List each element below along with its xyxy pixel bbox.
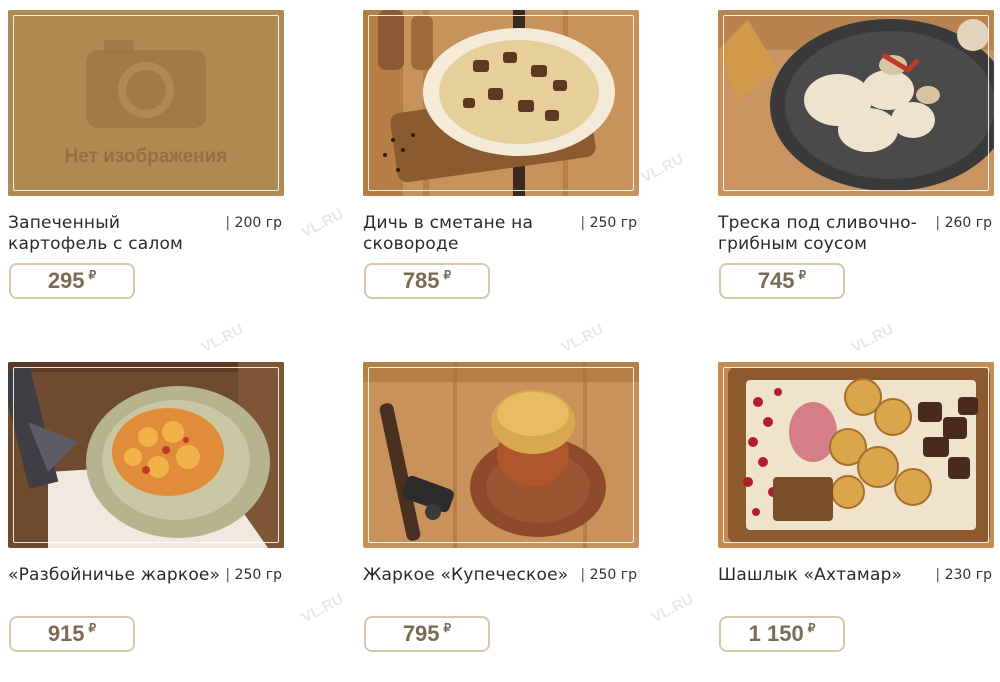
watermark: VL.RU: [638, 150, 687, 187]
item-weight: 250 гр: [225, 565, 282, 586]
menu-item-card[interactable]: Треска под сливочно-грибным соусом 260 г…: [718, 10, 998, 330]
dish-photo[interactable]: [8, 362, 284, 548]
menu-item-card[interactable]: «Разбойничье жаркое» 250 гр 915₽: [8, 362, 288, 682]
menu-item-card[interactable]: Дичь в сметане на сковороде 250 гр 785₽: [363, 10, 643, 330]
price-button[interactable]: 1 150 ₽: [719, 616, 845, 652]
ruble-sign: ₽: [88, 621, 97, 635]
price-value: 745: [757, 268, 795, 293]
price-button[interactable]: 795 ₽: [364, 616, 490, 652]
item-weight: 260 гр: [935, 213, 992, 234]
ruble-sign: ₽: [443, 268, 452, 282]
dish-photo[interactable]: [363, 10, 639, 196]
item-weight: 250 гр: [580, 565, 637, 586]
ruble-sign: ₽: [807, 621, 816, 635]
dish-photo[interactable]: [718, 362, 994, 548]
price-button[interactable]: 785 ₽: [364, 263, 490, 299]
ruble-sign: ₽: [88, 268, 97, 282]
item-name[interactable]: Дичь в сметане на сковороде: [363, 213, 578, 255]
item-name[interactable]: Жаркое «Купеческое»: [363, 565, 578, 586]
price-value: 915: [47, 621, 85, 646]
price-value: 1 150: [748, 621, 804, 646]
price-button[interactable]: 295 ₽: [9, 263, 135, 299]
dish-photo[interactable]: [363, 362, 639, 548]
item-name[interactable]: Шашлык «Ахтамар»: [718, 565, 933, 586]
price-button[interactable]: 745 ₽: [719, 263, 845, 299]
camera-icon: [8, 10, 284, 196]
price-value: 795: [402, 621, 440, 646]
watermark: VL.RU: [298, 590, 347, 627]
menu-item-card[interactable]: Нет изображения Запеченный картофель с с…: [8, 10, 288, 330]
item-name[interactable]: Запеченный картофель с салом: [8, 213, 223, 255]
item-name[interactable]: «Разбойничье жаркое»: [8, 565, 223, 586]
item-name[interactable]: Треска под сливочно-грибным соусом: [718, 213, 933, 255]
price-value: 785: [402, 268, 440, 293]
item-weight: 250 гр: [580, 213, 637, 234]
ruble-sign: ₽: [443, 621, 452, 635]
watermark: VL.RU: [648, 590, 697, 627]
menu-item-card[interactable]: Шашлык «Ахтамар» 230 гр 1 150₽: [718, 362, 998, 682]
dish-photo[interactable]: [718, 10, 994, 196]
no-image-label: Нет изображения: [64, 146, 228, 167]
price-button[interactable]: 915 ₽: [9, 616, 135, 652]
no-image-placeholder[interactable]: Нет изображения: [8, 10, 284, 196]
ruble-sign: ₽: [798, 268, 807, 282]
menu-item-card[interactable]: Жаркое «Купеческое» 250 гр 795₽: [363, 362, 643, 682]
price-value: 295: [47, 268, 85, 293]
item-weight: 200 гр: [225, 213, 282, 234]
watermark: VL.RU: [298, 205, 347, 242]
item-weight: 230 гр: [935, 565, 992, 586]
